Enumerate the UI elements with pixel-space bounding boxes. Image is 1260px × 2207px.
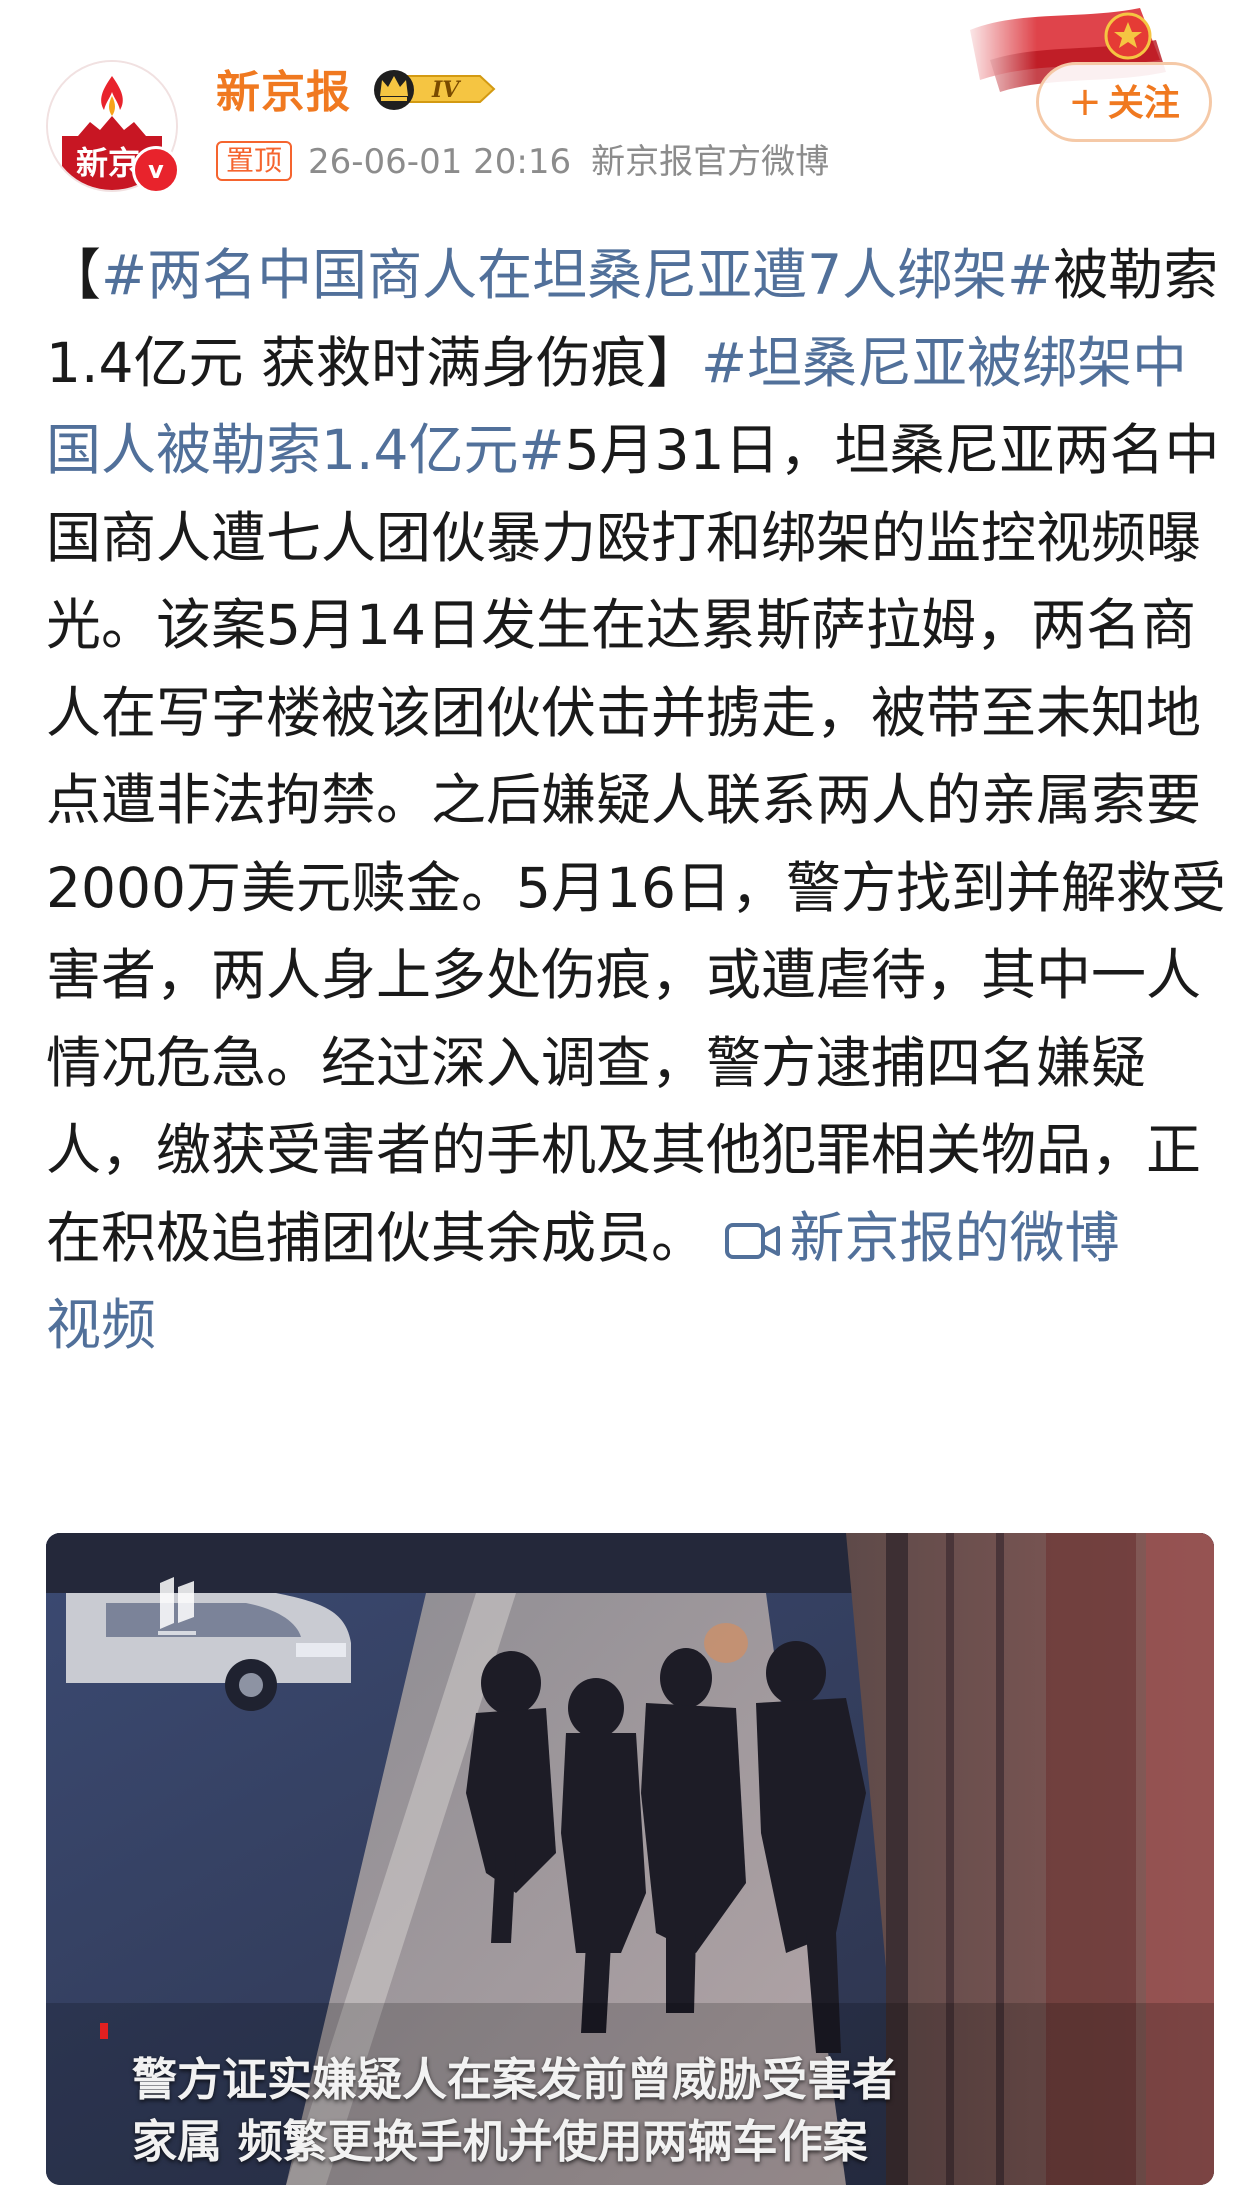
vip-crown-icon: IV <box>374 70 496 110</box>
video-camera-icon <box>724 1222 780 1259</box>
post-timestamp: 26-06-01 20:16 <box>308 142 572 182</box>
bracket-open: 【 <box>46 243 102 307</box>
weibo-post-page: 新京 v 新京报 IV 置顶 26-06-01 20:16 新京报官方微博 + … <box>0 0 1260 2207</box>
video-link-text-1: 新京报的微博 <box>789 1205 1120 1270</box>
caption-line-1: 警方证实嫌疑人在案发前曾威胁受害者 <box>132 2053 898 2106</box>
post-header: 新京 v 新京报 IV 置顶 26-06-01 20:16 新京报官方微博 + … <box>0 0 1260 200</box>
follow-button[interactable]: + 关注 <box>1036 62 1212 142</box>
avatar-text: 新京 <box>76 144 140 182</box>
post-meta: 置顶 26-06-01 20:16 新京报官方微博 <box>216 134 829 183</box>
account-name[interactable]: 新京报 <box>216 56 351 120</box>
post-source[interactable]: 新京报官方微博 <box>591 142 829 182</box>
video-source-link[interactable]: 新京报的微博 <box>706 1206 1120 1270</box>
caption-marker <box>100 2023 108 2039</box>
video-player[interactable]: 警方证实嫌疑人在案发前曾威胁受害者 家属 频繁更换手机并使用两辆车作案 <box>46 1533 1214 2185</box>
topic-link-1[interactable]: #两名中国商人在坦桑尼亚遭7人绑架# <box>101 243 1053 307</box>
news-logo-icon <box>158 1577 196 1635</box>
video-caption: 警方证实嫌疑人在案发前曾威胁受害者 家属 频繁更换手机并使用两辆车作案 <box>132 2049 1192 2173</box>
post-content: 【#两名中国商人在坦桑尼亚遭7人绑架#被勒索1.4亿元 获救时满身伤痕】#坦桑尼… <box>46 232 1226 1370</box>
caption-line-2: 家属 频繁更换手机并使用两辆车作案 <box>132 2115 868 2168</box>
vip-level: IV <box>431 77 461 103</box>
video-link-text-2[interactable]: 视频 <box>46 1293 156 1357</box>
verified-icon: v <box>132 146 180 194</box>
pin-badge: 置顶 <box>216 141 293 181</box>
follow-label: 关注 <box>1107 83 1180 124</box>
plus-icon: + <box>1068 79 1102 125</box>
post-body: 5月31日，坦桑尼亚两名中国商人遭七人团伙暴力殴打和绑架的监控视频曝光。该案5月… <box>46 418 1226 1270</box>
